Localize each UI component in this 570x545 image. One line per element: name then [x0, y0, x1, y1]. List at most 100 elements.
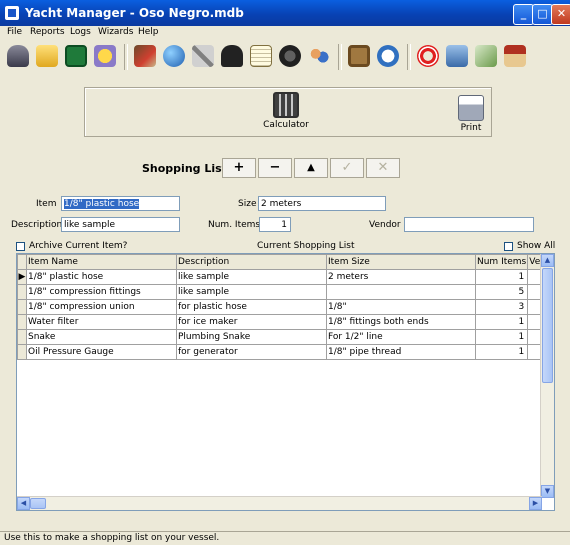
vendor-input[interactable]: [404, 217, 534, 232]
shopping-list-title: Shopping List: [142, 162, 227, 175]
vertical-scrollbar[interactable]: ▲ ▼: [540, 254, 554, 498]
column-header[interactable]: Num Items: [474, 254, 529, 270]
shopping-list-grid[interactable]: Item Name Description Item Size Num Item…: [16, 253, 555, 511]
table-cell[interactable]: 3: [474, 299, 529, 315]
show-all-label: Show All: [517, 241, 556, 251]
money-button[interactable]: [472, 42, 500, 70]
ship-button[interactable]: [4, 42, 32, 70]
cancel-button[interactable]: ✕: [366, 158, 400, 178]
table-row[interactable]: Water filter for ice maker 1/8" fittings…: [17, 314, 543, 330]
open-button[interactable]: [33, 42, 61, 70]
item-input[interactable]: 1/8" plastic hose: [61, 196, 180, 211]
menu-file[interactable]: File: [7, 27, 22, 37]
row-selector[interactable]: [17, 344, 27, 360]
globe-icon: [163, 45, 185, 67]
print-button[interactable]: Print: [454, 95, 488, 133]
remove-item-button[interactable]: −: [258, 158, 292, 178]
chart-button[interactable]: [131, 42, 159, 70]
confirm-button[interactable]: ✓: [330, 158, 364, 178]
engine-button[interactable]: [276, 42, 304, 70]
tools-button[interactable]: [189, 42, 217, 70]
anchor-button[interactable]: [218, 42, 246, 70]
menu-wizards[interactable]: Wizards: [98, 27, 133, 37]
scroll-up-icon[interactable]: ▲: [541, 254, 554, 267]
title-bar[interactable]: Yacht Manager - Oso Negro.mdb _ □ ✕: [0, 0, 570, 26]
table-cell[interactable]: like sample: [176, 284, 327, 300]
folder-open-icon: [36, 45, 58, 67]
table-cell[interactable]: Oil Pressure Gauge: [26, 344, 177, 360]
table-cell[interactable]: for ice maker: [176, 314, 327, 330]
row-selector[interactable]: [17, 314, 27, 330]
table-row[interactable]: 1/8" compression union for plastic hose …: [17, 299, 543, 315]
table-cell[interactable]: 1/8": [326, 299, 476, 315]
table-cell[interactable]: like sample: [176, 269, 327, 285]
clock-icon: [377, 45, 399, 67]
table-cell[interactable]: [326, 284, 476, 300]
status-text: Use this to make a shopping list on your…: [4, 533, 220, 543]
column-header[interactable]: Description: [176, 254, 327, 270]
column-header[interactable]: Item Name: [26, 254, 177, 270]
table-cell[interactable]: for generator: [176, 344, 327, 360]
table-cell[interactable]: Water filter: [26, 314, 177, 330]
globe-button[interactable]: [160, 42, 188, 70]
row-selector[interactable]: [17, 284, 27, 300]
table-cell[interactable]: for plastic hose: [176, 299, 327, 315]
table-cell[interactable]: For 1/2" line: [326, 329, 476, 345]
row-selector[interactable]: [17, 299, 27, 315]
scroll-down-icon[interactable]: ▼: [541, 485, 554, 498]
show-all-checkbox[interactable]: [504, 242, 513, 251]
table-cell[interactable]: 5: [474, 284, 529, 300]
current-row-indicator-icon: ▶: [17, 269, 27, 285]
home-button[interactable]: [501, 42, 529, 70]
toolbar: [0, 40, 570, 74]
calculator-button[interactable]: Calculator: [260, 92, 312, 130]
archive-checkbox[interactable]: [16, 242, 25, 251]
table-row[interactable]: ▶ 1/8" plastic hose like sample 2 meters…: [17, 269, 543, 285]
minimize-button[interactable]: _: [513, 4, 534, 25]
table-cell[interactable]: Snake: [26, 329, 177, 345]
anchor-icon: [221, 45, 243, 67]
table-row[interactable]: Snake Plumbing Snake For 1/2" line 1: [17, 329, 543, 345]
print-label: Print: [460, 123, 482, 133]
table-row[interactable]: Oil Pressure Gauge for generator 1/8" pi…: [17, 344, 543, 360]
num-items-input[interactable]: 1: [259, 217, 291, 232]
table-cell[interactable]: 1: [474, 314, 529, 330]
size-input[interactable]: 2 meters: [258, 196, 386, 211]
table-cell[interactable]: 1: [474, 269, 529, 285]
column-header[interactable]: Item Size: [326, 254, 476, 270]
table-cell[interactable]: 2 meters: [326, 269, 476, 285]
table-cell[interactable]: Plumbing Snake: [176, 329, 327, 345]
database-button[interactable]: [443, 42, 471, 70]
table-row[interactable]: 1/8" compression fittings like sample 5: [17, 284, 543, 300]
menu-help[interactable]: Help: [138, 27, 159, 37]
scroll-left-icon[interactable]: ◀: [17, 497, 30, 510]
clipboard-button[interactable]: [345, 42, 373, 70]
safety-button[interactable]: [414, 42, 442, 70]
table-cell[interactable]: 1/8" compression union: [26, 299, 177, 315]
notepad-button[interactable]: [247, 42, 275, 70]
favorites-button[interactable]: [91, 42, 119, 70]
scroll-right-icon[interactable]: ▶: [529, 497, 542, 510]
table-cell[interactable]: 1: [474, 329, 529, 345]
table-cell[interactable]: 1/8" compression fittings: [26, 284, 177, 300]
menu-reports[interactable]: Reports: [30, 27, 65, 37]
table-cell[interactable]: 1/8" pipe thread: [326, 344, 476, 360]
menu-logs[interactable]: Logs: [70, 27, 91, 37]
maximize-button[interactable]: □: [532, 4, 553, 25]
table-cell[interactable]: 1/8" plastic hose: [26, 269, 177, 285]
close-button[interactable]: ✕: [551, 4, 570, 25]
table-cell[interactable]: 1: [474, 344, 529, 360]
current-list-label: Current Shopping List: [257, 241, 355, 251]
horizontal-scroll-thumb[interactable]: [30, 498, 46, 509]
vertical-scroll-thumb[interactable]: [542, 268, 553, 383]
row-selector[interactable]: [17, 329, 27, 345]
move-up-button[interactable]: ▲: [294, 158, 328, 178]
save-button[interactable]: [62, 42, 90, 70]
crew-button[interactable]: [305, 42, 333, 70]
add-item-button[interactable]: +: [222, 158, 256, 178]
horizontal-scrollbar[interactable]: ◀ ▶: [17, 496, 542, 510]
notepad-icon: [250, 45, 272, 67]
description-input[interactable]: like sample: [61, 217, 180, 232]
table-cell[interactable]: 1/8" fittings both ends: [326, 314, 476, 330]
clock-button[interactable]: [374, 42, 402, 70]
